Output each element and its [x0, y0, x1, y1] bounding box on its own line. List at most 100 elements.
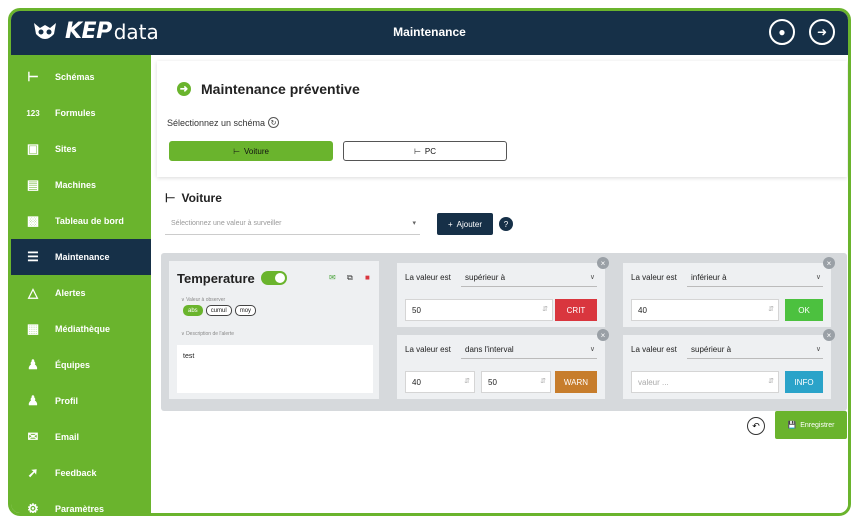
close-icon[interactable]: ×: [823, 329, 835, 341]
feedback-icon: ➚: [27, 465, 39, 480]
condition-label: La valeur est: [631, 345, 677, 354]
machine-icon: ▤: [26, 177, 40, 192]
spinner-icon[interactable]: ⇵: [768, 377, 774, 385]
sidebar-item-dashboard[interactable]: ▩ Tableau de bord: [11, 203, 151, 239]
condition-label: La valeur est: [405, 273, 451, 282]
level-badge-info[interactable]: INFO: [785, 371, 823, 393]
dashboard-icon: ▩: [26, 213, 40, 228]
sidebar-item-label: Médiathèque: [55, 324, 111, 334]
maintenance-icon: ☰: [27, 249, 39, 264]
threshold-input[interactable]: 50 ⇵: [405, 299, 553, 321]
close-icon[interactable]: ×: [597, 329, 609, 341]
refresh-icon[interactable]: ↻: [268, 117, 280, 128]
condition-label: La valeur est: [405, 345, 451, 354]
arrow-right-icon: ➜: [177, 82, 191, 96]
range-min-input[interactable]: 40 ⇵: [405, 371, 475, 393]
level-badge-ok[interactable]: OK: [785, 299, 823, 321]
sidebar-item-label: Schémas: [55, 72, 95, 82]
schema-button-pc[interactable]: ⊢ PC: [343, 141, 507, 161]
alert-definition-card: Temperature ✉ ⧉ ■ ∨ Valeur à observer ab…: [169, 261, 379, 399]
level-badge-crit[interactable]: CRIT: [555, 299, 597, 321]
sidebar-item-label: Maintenance: [55, 252, 110, 262]
condition-label: La valeur est: [631, 273, 677, 282]
operator-select[interactable]: inférieur à ∨: [687, 269, 823, 287]
undo-icon[interactable]: ↶: [747, 417, 765, 435]
schema-button-voiture[interactable]: ⊢ Voiture: [169, 141, 333, 161]
sidebar-item-schemas[interactable]: ⊢ Schémas: [11, 59, 151, 95]
description-label-text: Description de l'alerte: [186, 331, 234, 337]
operator-select[interactable]: supérieur à ∨: [687, 341, 823, 359]
sidebar-item-alertes[interactable]: △ Alertes: [11, 275, 151, 311]
operator-select[interactable]: supérieur à ∨: [461, 269, 597, 287]
value-select[interactable]: Sélectionnez une valeur à surveiller ▾: [165, 213, 420, 235]
sidebar-item-label: Profil: [55, 396, 79, 406]
delete-icon[interactable]: ■: [365, 273, 370, 282]
sidebar-item-sites[interactable]: ▣ Sites: [11, 131, 151, 167]
operator-value: supérieur à: [465, 273, 506, 282]
sidebar-item-feedback[interactable]: ➚ Feedback: [11, 455, 151, 491]
level-badge-warn[interactable]: WARN: [555, 371, 597, 393]
maintenance-title: Maintenance préventive: [201, 81, 360, 97]
section-heading: ➜ Maintenance préventive: [177, 81, 360, 97]
sidebar-item-formules[interactable]: 123 Formules: [11, 95, 151, 131]
select-schema-label: Sélectionnez un schéma ↻: [167, 117, 280, 128]
sidebar-item-machines[interactable]: ▤ Machines: [11, 167, 151, 203]
description-textarea[interactable]: test: [177, 345, 373, 393]
sidebar-item-label: Équipes: [55, 360, 91, 370]
notification-icon[interactable]: ●: [769, 19, 795, 45]
sidebar-item-mediatheque[interactable]: ▦ Médiathèque: [11, 311, 151, 347]
aggregation-chips: abs cumul moy: [183, 305, 257, 316]
save-button[interactable]: 💾 Enregistrer: [775, 411, 847, 439]
range-min-value: 40: [412, 378, 421, 387]
sidebar-item-profil[interactable]: ♟ Profil: [11, 383, 151, 419]
save-button-label: Enregistrer: [800, 421, 835, 429]
add-button-label: Ajouter: [456, 219, 483, 229]
sidebar-item-maintenance[interactable]: ☰ Maintenance: [11, 239, 151, 275]
copy-icon[interactable]: ⧉: [347, 273, 353, 283]
spinner-icon[interactable]: ⇵: [542, 305, 548, 313]
select-schema-text: Sélectionnez un schéma: [167, 117, 266, 128]
range-max-input[interactable]: 50 ⇵: [481, 371, 551, 393]
top-bar: KEP data Maintenance ● ➜: [11, 11, 848, 55]
schema-icon: ⊢: [27, 69, 39, 84]
spinner-icon[interactable]: ⇵: [540, 377, 546, 385]
sidebar-item-email[interactable]: ✉ Email: [11, 419, 151, 455]
logout-icon[interactable]: ➜: [809, 19, 835, 45]
threshold-input[interactable]: valeur ... ⇵: [631, 371, 779, 393]
sidebar-item-label: Feedback: [55, 468, 97, 478]
email-icon: ✉: [27, 429, 39, 444]
schema-label: Voiture: [244, 146, 269, 156]
spinner-icon[interactable]: ⇵: [464, 377, 470, 385]
plus-icon: +: [447, 219, 453, 229]
value-select-placeholder: Sélectionnez une valeur à surveiller: [171, 220, 282, 227]
numbers-icon: 123: [26, 108, 40, 118]
chip-cumul[interactable]: cumul: [205, 305, 232, 316]
sidebar-item-equipes[interactable]: ♟ Équipes: [11, 347, 151, 383]
caret-down-icon: ∨: [815, 346, 821, 353]
close-icon[interactable]: ×: [597, 257, 609, 269]
sidebar-item-label: Email: [55, 432, 80, 442]
page-title: Maintenance: [393, 25, 466, 39]
sidebar-item-parametres[interactable]: ⚙ Paramètres: [11, 491, 151, 513]
close-icon[interactable]: ×: [823, 257, 835, 269]
chip-abs[interactable]: abs: [183, 305, 203, 316]
condition-card-ok: La valeur est inférieur à ∨ 40 ⇵ OK ×: [623, 257, 835, 327]
schema-title: Voiture: [181, 191, 222, 205]
sidebar-item-label: Tableau de bord: [55, 216, 124, 226]
alert-enabled-toggle[interactable]: [261, 271, 287, 285]
email-icon[interactable]: ✉: [329, 273, 336, 282]
operator-select[interactable]: dans l'interval ∨: [461, 341, 597, 359]
condition-card-crit: La valeur est supérieur à ∨ 50 ⇵ CRIT ×: [397, 257, 609, 327]
warning-icon: △: [28, 285, 38, 300]
threshold-value: 40: [638, 306, 647, 315]
help-icon[interactable]: ?: [499, 217, 513, 231]
threshold-input[interactable]: 40 ⇵: [631, 299, 779, 321]
caret-down-icon: ∨: [589, 274, 595, 281]
add-button[interactable]: + Ajouter: [437, 213, 493, 235]
sidebar-item-label: Formules: [55, 108, 96, 118]
spinner-icon[interactable]: ⇵: [768, 305, 774, 313]
chip-moy[interactable]: moy: [234, 305, 257, 316]
sidebar: ⊢ Schémas 123 Formules ▣ Sites ▤ Machines ▩ T…: [11, 55, 151, 513]
main-content: ➜ Maintenance préventive Sélectionnez un…: [151, 55, 848, 513]
value-selection-card: ⊢ Voiture Sélectionnez une valeur à surv…: [157, 185, 847, 241]
